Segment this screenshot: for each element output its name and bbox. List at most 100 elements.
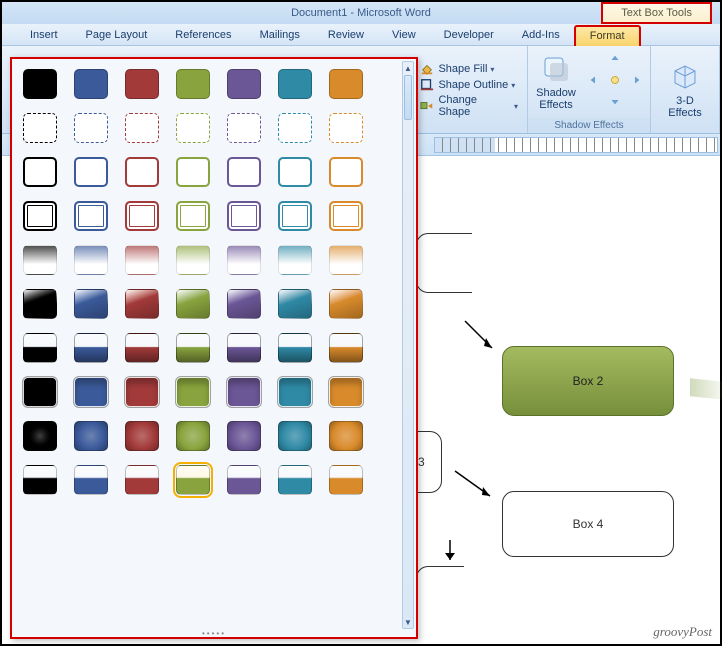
style-swatch[interactable]	[74, 201, 108, 231]
style-swatch[interactable]	[74, 69, 108, 99]
style-swatch[interactable]	[176, 157, 210, 187]
style-swatch[interactable]	[227, 245, 261, 275]
style-swatch[interactable]	[329, 333, 363, 363]
scroll-thumb[interactable]	[404, 75, 412, 120]
scroll-up-icon[interactable]: ▲	[403, 62, 413, 74]
flowchart-box-partial-bottom[interactable]	[416, 566, 464, 616]
style-swatch[interactable]	[176, 421, 210, 451]
style-swatch[interactable]	[125, 377, 159, 407]
style-swatch[interactable]	[74, 157, 108, 187]
style-swatch[interactable]	[329, 201, 363, 231]
tab-developer[interactable]: Developer	[430, 26, 508, 45]
style-swatch[interactable]	[278, 465, 312, 495]
style-swatch[interactable]	[23, 69, 57, 99]
threed-effects-button[interactable]: 3-D Effects	[657, 58, 713, 122]
style-swatch[interactable]	[23, 421, 57, 451]
style-swatch[interactable]	[278, 421, 312, 451]
tab-references[interactable]: References	[161, 26, 245, 45]
style-swatch[interactable]	[227, 113, 261, 143]
style-swatch[interactable]	[227, 377, 261, 407]
style-swatch[interactable]	[74, 289, 108, 319]
style-swatch[interactable]	[74, 113, 108, 143]
style-swatch[interactable]	[176, 69, 210, 99]
gallery-resize-handle[interactable]: •••••	[12, 630, 416, 637]
shape-outline-button[interactable]: Shape Outline	[417, 77, 521, 93]
style-swatch[interactable]	[278, 333, 312, 363]
style-swatch[interactable]	[278, 377, 312, 407]
tab-mailings[interactable]: Mailings	[246, 26, 314, 45]
style-swatch[interactable]	[176, 377, 210, 407]
style-swatch[interactable]	[23, 157, 57, 187]
style-swatch[interactable]	[23, 377, 57, 407]
style-swatch[interactable]	[23, 465, 57, 495]
style-swatch[interactable]	[23, 201, 57, 231]
shadow-effects-button[interactable]: Shadow Effects	[528, 50, 584, 114]
nudge-down-icon[interactable]	[608, 93, 622, 107]
horizontal-ruler[interactable]	[434, 137, 718, 153]
flowchart-box-partial-3[interactable]: 3	[416, 431, 442, 493]
style-swatch[interactable]	[23, 289, 57, 319]
style-swatch[interactable]	[176, 201, 210, 231]
style-swatch[interactable]	[227, 421, 261, 451]
style-swatch[interactable]	[329, 157, 363, 187]
tab-page-layout[interactable]: Page Layout	[72, 26, 162, 45]
style-swatch[interactable]	[74, 333, 108, 363]
nudge-up-icon[interactable]	[608, 53, 622, 67]
style-swatch[interactable]	[329, 245, 363, 275]
style-swatch[interactable]	[125, 245, 159, 275]
style-swatch[interactable]	[23, 245, 57, 275]
style-swatch[interactable]	[278, 157, 312, 187]
flowchart-box-partial-top[interactable]	[416, 233, 472, 293]
style-swatch[interactable]	[278, 113, 312, 143]
nudge-right-icon[interactable]	[628, 73, 642, 87]
style-swatch[interactable]	[74, 245, 108, 275]
tab-insert[interactable]: Insert	[16, 26, 72, 45]
flowchart-box-4[interactable]: Box 4	[502, 491, 674, 557]
style-swatch[interactable]	[125, 465, 159, 495]
flowchart-box-2[interactable]: Box 2	[502, 346, 674, 416]
style-swatch[interactable]	[176, 333, 210, 363]
style-swatch[interactable]	[125, 69, 159, 99]
shape-fill-button[interactable]: Shape Fill	[417, 61, 521, 77]
style-swatch[interactable]	[74, 377, 108, 407]
style-swatch[interactable]	[329, 69, 363, 99]
style-swatch[interactable]	[176, 289, 210, 319]
style-swatch[interactable]	[176, 245, 210, 275]
style-swatch[interactable]	[125, 289, 159, 319]
style-swatch[interactable]	[74, 465, 108, 495]
style-swatch[interactable]	[278, 69, 312, 99]
style-swatch[interactable]	[125, 201, 159, 231]
style-swatch[interactable]	[125, 157, 159, 187]
style-swatch[interactable]	[125, 421, 159, 451]
style-swatch[interactable]	[278, 201, 312, 231]
style-swatch[interactable]	[329, 465, 363, 495]
style-swatch[interactable]	[329, 289, 363, 319]
style-swatch[interactable]	[23, 333, 57, 363]
style-swatch[interactable]	[176, 465, 210, 495]
shadow-toggle-icon[interactable]	[608, 73, 622, 87]
style-swatch[interactable]	[227, 465, 261, 495]
scroll-down-icon[interactable]: ▼	[403, 616, 413, 628]
style-swatch[interactable]	[227, 201, 261, 231]
style-swatch[interactable]	[23, 113, 57, 143]
style-swatch[interactable]	[227, 289, 261, 319]
tab-view[interactable]: View	[378, 26, 430, 45]
gallery-scrollbar[interactable]: ▲ ▼	[402, 61, 414, 629]
tab-addins[interactable]: Add-Ins	[508, 26, 574, 45]
style-swatch[interactable]	[329, 421, 363, 451]
change-shape-button[interactable]: Change Shape	[417, 93, 521, 119]
style-swatch[interactable]	[278, 289, 312, 319]
style-swatch[interactable]	[125, 333, 159, 363]
style-swatch[interactable]	[125, 113, 159, 143]
style-swatch[interactable]	[74, 421, 108, 451]
tab-review[interactable]: Review	[314, 26, 378, 45]
style-swatch[interactable]	[227, 157, 261, 187]
style-swatch[interactable]	[278, 245, 312, 275]
style-swatch[interactable]	[227, 333, 261, 363]
style-swatch[interactable]	[176, 113, 210, 143]
style-swatch[interactable]	[329, 113, 363, 143]
tab-format[interactable]: Format	[574, 25, 641, 46]
style-swatch[interactable]	[329, 377, 363, 407]
nudge-left-icon[interactable]	[588, 73, 602, 87]
style-swatch[interactable]	[227, 69, 261, 99]
